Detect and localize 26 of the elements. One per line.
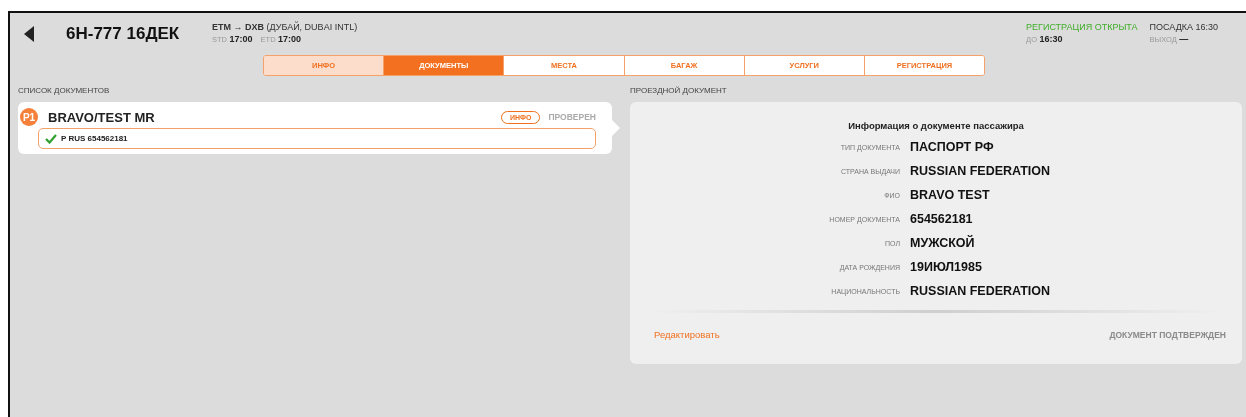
std-time: 17:00 (229, 34, 253, 44)
destination: (ДУБАЙ, DUBAI INTL) (266, 22, 358, 32)
boarding-time: ПОСАДКА 16:30 (1149, 21, 1218, 33)
section-title: ПРОЕЗДНОЙ ДОКУМЕНТ (630, 86, 728, 97)
document-row[interactable]: P RUS 654562181 (38, 128, 596, 149)
document-text: P RUS 654562181 (61, 134, 128, 143)
field-value: BRAVO TEST (910, 187, 991, 204)
route: ETM → DXB (212, 22, 264, 32)
gate-value: — (1179, 34, 1189, 44)
field-value: 19ИЮЛ1985 (910, 259, 983, 276)
field-value: RUSSIAN FEDERATION (910, 163, 1052, 180)
field-value: МУЖСКОЙ (910, 234, 976, 252)
field-value: 654562181 (910, 211, 974, 228)
section-title: СПИСОК ДОКУМЕНТОВ (18, 86, 111, 97)
field-value: ПАСПОРТ РФ (910, 139, 995, 156)
back-icon[interactable] (24, 26, 34, 42)
passenger-badge: P1 (20, 108, 38, 126)
flight-number: 6Н-777 16ДЕК (66, 24, 181, 44)
checkin-status: РЕГИСТРАЦИЯ ОТКРЫТА (1026, 21, 1138, 33)
etd-time: 17:00 (278, 34, 302, 44)
passenger-name: BRAVO/TEST MR (48, 109, 156, 125)
panel-heading: Информация о документе пассажира (847, 120, 1025, 131)
field-value: RUSSIAN FEDERATION (910, 283, 1052, 300)
edit-link[interactable]: Редактировать (654, 329, 720, 340)
passenger-status: ПРОВЕРЕН (548, 112, 596, 122)
checkin-until-time: 16:30 (1039, 34, 1063, 44)
